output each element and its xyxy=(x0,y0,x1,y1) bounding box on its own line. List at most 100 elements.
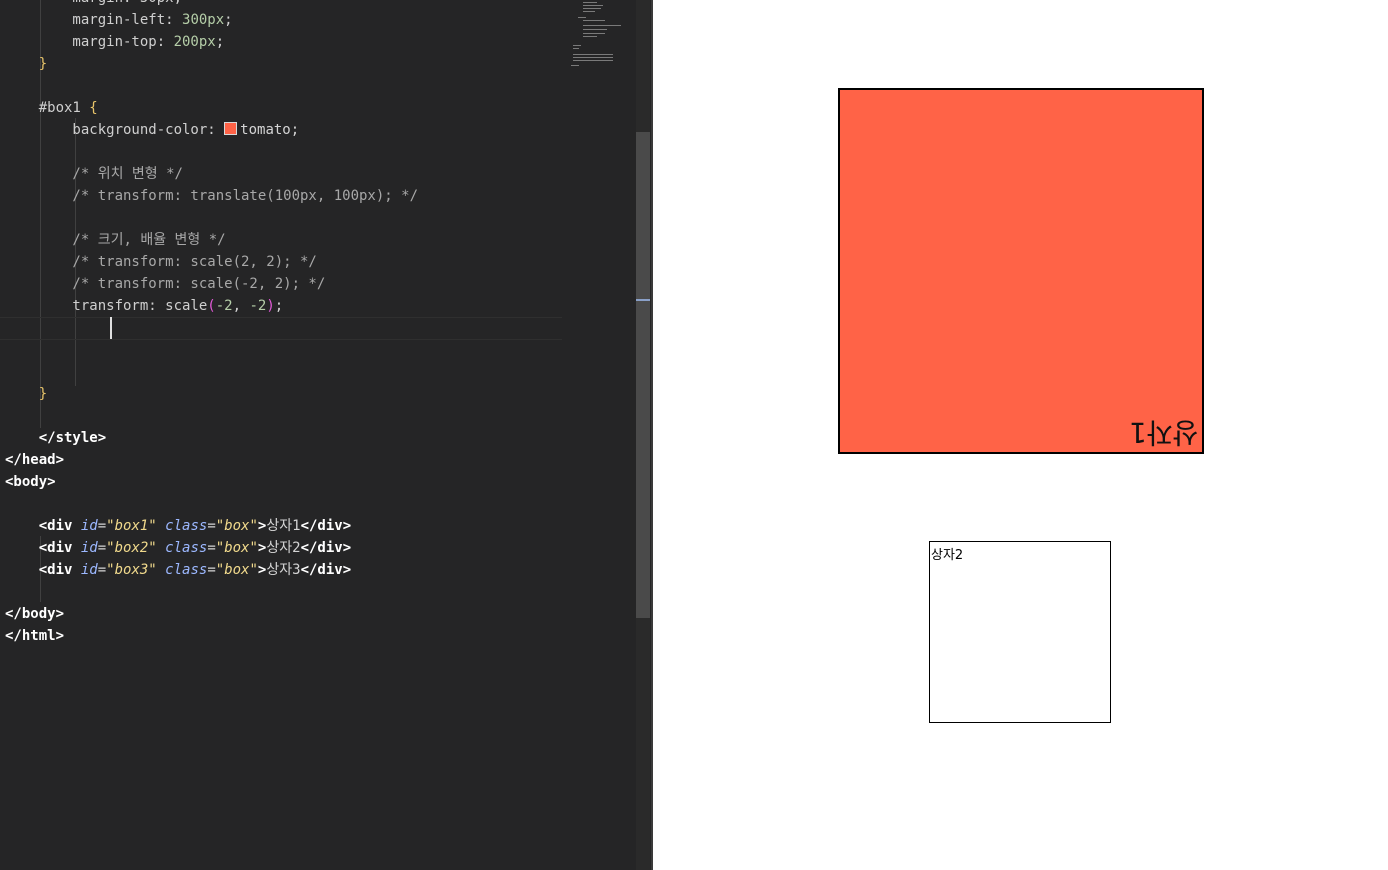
scrollbar-cursor-marker xyxy=(636,299,650,301)
code-token: "box3" xyxy=(106,562,157,578)
code-token: ; xyxy=(274,298,284,314)
code-token: class xyxy=(165,562,208,578)
code-token: } xyxy=(5,386,48,402)
code-editor[interactable]: margin: 50px; margin-left: 300px; margin… xyxy=(0,0,651,870)
code-line: /* 크기, 배율 변형 */ xyxy=(5,229,418,251)
code-token: 상자2 xyxy=(266,540,301,556)
box1: 상자1 xyxy=(838,88,1204,454)
code-token: /* transform: translate(100px, 100px); *… xyxy=(5,188,419,204)
code-token: id xyxy=(80,540,98,556)
code-line: </head> xyxy=(5,449,418,471)
code-line: margin-top: 200px; xyxy=(5,31,418,53)
code-token: "box" xyxy=(215,562,258,578)
code-text[interactable]: margin: 50px; margin-left: 300px; margin… xyxy=(5,0,418,647)
code-token: </style> xyxy=(5,430,107,446)
code-line: <div id="box1" class="box">상자1</div> xyxy=(5,515,418,537)
code-token: ; xyxy=(215,34,225,50)
code-token: "box" xyxy=(215,540,258,556)
code-line: background-color: tomato; xyxy=(5,119,418,141)
minimap[interactable] xyxy=(568,0,628,70)
code-token: "box2" xyxy=(106,540,157,556)
box2: 상자2 xyxy=(929,541,1111,723)
code-line: margin: 50px; xyxy=(5,0,418,9)
code-token: = xyxy=(207,562,216,578)
code-token: id xyxy=(80,562,98,578)
code-line: #box1 { xyxy=(5,97,418,119)
code-line: /* transform: scale(-2, 2); */ xyxy=(5,273,418,295)
code-line: } xyxy=(5,383,418,405)
code-token: margin-left: xyxy=(5,12,183,28)
code-token: = xyxy=(207,518,216,534)
box1-label: 상자1 xyxy=(1128,416,1198,449)
code-line: /* 위치 변형 */ xyxy=(5,163,418,185)
code-token: 상자3 xyxy=(266,562,301,578)
code-line: } xyxy=(5,53,418,75)
code-line: </html> xyxy=(5,625,418,647)
code-token: <div xyxy=(5,562,81,578)
code-token: 상자1 xyxy=(266,518,301,534)
code-token: "box" xyxy=(215,518,258,534)
code-token: <body> xyxy=(5,474,56,490)
code-line: <div id="box3" class="box">상자3</div> xyxy=(5,559,418,581)
code-token: = xyxy=(97,540,107,556)
code-token: } xyxy=(5,56,48,72)
code-token: ; xyxy=(224,12,233,28)
code-token: ) xyxy=(266,298,275,314)
color-swatch xyxy=(224,122,238,135)
code-token: </html> xyxy=(5,628,65,644)
code-token: <div xyxy=(5,518,81,534)
code-token: </div> xyxy=(300,540,352,556)
code-token: id xyxy=(80,518,98,534)
code-token: /* transform: scale(-2, 2); */ xyxy=(5,276,326,292)
code-token: , xyxy=(232,298,250,314)
code-token: <div xyxy=(5,540,81,556)
code-token: -2 xyxy=(249,298,267,314)
code-token: tomato; xyxy=(240,122,300,138)
code-line: transform: scale(-2, -2); xyxy=(5,295,418,317)
code-token: margin: 50px; xyxy=(5,0,182,6)
code-token: </div> xyxy=(300,562,352,578)
code-token: = xyxy=(97,562,107,578)
code-token: margin-top: xyxy=(5,34,174,50)
code-token: #box1 xyxy=(5,100,90,116)
code-token: </head> xyxy=(5,452,65,468)
text-caret xyxy=(110,317,112,339)
code-token: </body> xyxy=(5,606,65,622)
code-token: = xyxy=(97,518,107,534)
code-token: /* 크기, 배율 변형 */ xyxy=(5,232,226,248)
code-token: ( xyxy=(207,298,216,314)
code-line: <div id="box2" class="box">상자2</div> xyxy=(5,537,418,559)
code-token: class xyxy=(165,518,208,534)
code-line: margin-left: 300px; xyxy=(5,9,418,31)
code-token: class xyxy=(165,540,208,556)
code-token: 300px xyxy=(182,12,225,28)
code-token: /* 위치 변형 */ xyxy=(5,166,183,182)
code-token: </div> xyxy=(300,518,352,534)
browser-preview: 상자1 상자2 xyxy=(653,0,1388,870)
code-line: <body> xyxy=(5,471,418,493)
code-token: = xyxy=(207,540,216,556)
code-token: -2 xyxy=(215,298,233,314)
code-token: /* transform: scale(2, 2); */ xyxy=(5,254,317,270)
code-token: background-color: xyxy=(5,122,225,138)
code-token: transform: scale xyxy=(5,298,208,314)
code-line: </body> xyxy=(5,603,418,625)
code-token: 200px xyxy=(173,34,216,50)
code-line: </style> xyxy=(5,427,418,449)
scrollbar-thumb[interactable] xyxy=(636,132,650,618)
code-line: /* transform: translate(100px, 100px); *… xyxy=(5,185,418,207)
box2-label: 상자2 xyxy=(931,548,964,563)
code-token: { xyxy=(89,100,98,116)
